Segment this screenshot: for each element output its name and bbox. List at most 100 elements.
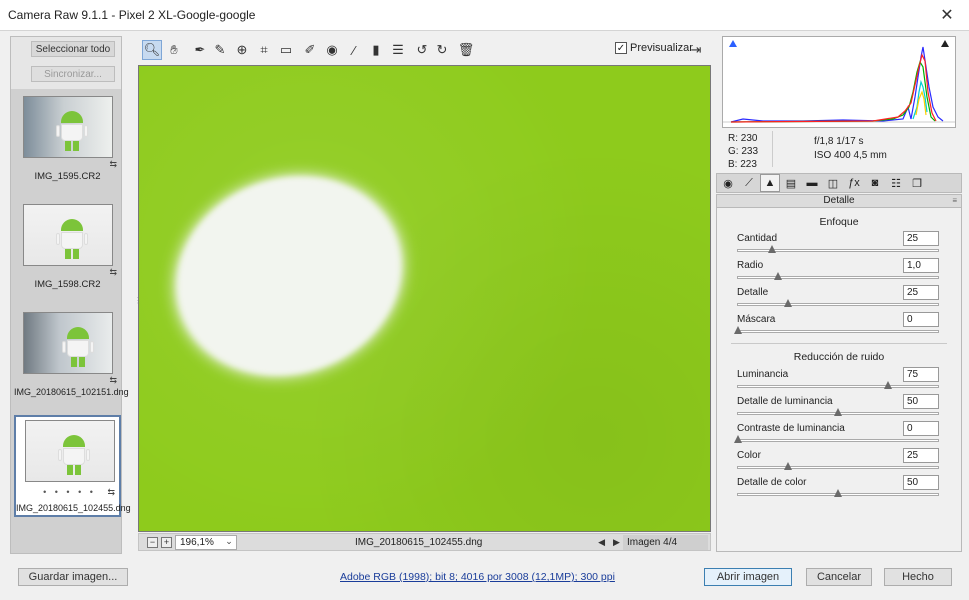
thumbnail-image: [23, 204, 113, 266]
tab-detail-icon[interactable]: ▲: [760, 174, 780, 192]
crop-icon[interactable]: ⌗: [254, 40, 274, 60]
slider-value-field[interactable]: 25: [903, 285, 939, 300]
tab-effects-icon[interactable]: ƒx: [844, 174, 864, 192]
slider-thumb[interactable]: [768, 245, 777, 253]
edited-badge-icon: ⇆: [109, 375, 117, 385]
tab-basic-icon[interactable]: ◉: [718, 174, 738, 192]
slider-track[interactable]: [737, 466, 939, 469]
rotate-right-icon[interactable]: ↻: [432, 40, 452, 60]
graduated-filter-icon[interactable]: ▮: [366, 40, 386, 60]
divider: [772, 131, 773, 167]
panel-title: Detalle: [823, 195, 855, 206]
target-adjust-icon[interactable]: ⊕: [232, 40, 252, 60]
r-value: R: 230: [728, 133, 758, 144]
checkbox-icon[interactable]: ✓: [615, 42, 627, 54]
section-divider: [731, 343, 947, 344]
adjustment-brush-icon[interactable]: ⁄: [344, 40, 364, 60]
slider-thumb[interactable]: [784, 462, 793, 470]
tab-camera-calibration-icon[interactable]: ◙: [865, 174, 885, 192]
zoom-out-button[interactable]: −: [147, 537, 158, 548]
film-item-4[interactable]: • • • • • ⇆ IMG_20180615_102455.dng: [14, 415, 131, 517]
thumbnail-image: [23, 96, 113, 158]
delete-icon[interactable]: 🗑︎: [456, 40, 476, 60]
adjustment-tabs: ◉ ⟋ ▲ ▤ ▬ ◫ ƒx ◙ ☷ ❐: [716, 173, 962, 193]
zoom-in-button[interactable]: +: [161, 537, 172, 548]
slider-value-field[interactable]: 50: [903, 475, 939, 490]
slider-luminance: Luminancia 75: [737, 367, 941, 395]
slider-thumb[interactable]: [734, 435, 743, 443]
chevron-down-icon[interactable]: ⌄: [223, 536, 235, 548]
previous-image-icon[interactable]: ◀: [598, 537, 605, 548]
detail-panel: Enfoque Cantidad 25 Radio 1,0 Detalle 25…: [716, 208, 962, 552]
film-item-1[interactable]: ⇆ IMG_1595.CR2: [14, 91, 121, 193]
tab-presets-icon[interactable]: ☷: [886, 174, 906, 192]
preview-label: Previsualizar: [630, 42, 693, 54]
preferences-icon[interactable]: ☰: [388, 40, 408, 60]
thumbnail-image: [23, 312, 113, 374]
tab-lens-icon[interactable]: ◫: [823, 174, 843, 192]
red-eye-icon[interactable]: ◉: [322, 40, 342, 60]
slider-label: Máscara: [737, 314, 776, 325]
image-canvas[interactable]: [138, 65, 711, 532]
slider-thumb[interactable]: [884, 381, 893, 389]
slider-value-field[interactable]: 0: [903, 312, 939, 327]
canvas-statusbar: − + 196,1% ⌄ IMG_20180615_102455.dng ◀ ▶…: [138, 533, 711, 551]
slider-label: Color: [737, 450, 761, 461]
straighten-icon[interactable]: ▭: [276, 40, 296, 60]
fullscreen-icon[interactable]: ⇥: [687, 41, 705, 59]
edited-badge-icon: ⇆: [109, 267, 117, 277]
rotate-left-icon[interactable]: ↺: [412, 40, 432, 60]
slider-thumb[interactable]: [734, 326, 743, 334]
film-item-label: IMG_1598.CR2: [34, 279, 101, 290]
slider-radius: Radio 1,0: [737, 258, 941, 286]
slider-thumb[interactable]: [834, 408, 843, 416]
tab-split-toning-icon[interactable]: ▬: [802, 174, 822, 192]
open-image-button[interactable]: Abrir imagen: [704, 568, 792, 586]
slider-value-field[interactable]: 0: [903, 421, 939, 436]
done-button[interactable]: Hecho: [884, 568, 952, 586]
slider-value-field[interactable]: 25: [903, 448, 939, 463]
next-image-icon[interactable]: ▶: [613, 537, 620, 548]
edited-badge-icon: ⇆: [107, 487, 115, 497]
filmstrip: Seleccionar todo Sincronizar... ⇆ IMG_15…: [10, 36, 131, 554]
slider-value-field[interactable]: 50: [903, 394, 939, 409]
spot-removal-icon[interactable]: ✐: [300, 40, 320, 60]
android-figure: [62, 327, 94, 367]
slider-thumb[interactable]: [774, 272, 783, 280]
slider-thumb[interactable]: [834, 489, 843, 497]
slider-track[interactable]: [737, 439, 939, 442]
white-balance-icon[interactable]: ✒: [190, 40, 210, 60]
tab-hsl-icon[interactable]: ▤: [781, 174, 801, 192]
film-item-label: IMG_1595.CR2: [34, 171, 101, 182]
preview-checkbox[interactable]: ✓ Previsualizar: [615, 42, 693, 54]
slider-value-field[interactable]: 75: [903, 367, 939, 382]
slider-track[interactable]: [737, 276, 939, 279]
color-sampler-icon[interactable]: ✎: [210, 40, 230, 60]
slider-value-field[interactable]: 1,0: [903, 258, 939, 273]
slider-thumb[interactable]: [784, 299, 793, 307]
b-value: B: 223: [728, 159, 757, 170]
close-icon[interactable]: ✕: [925, 0, 969, 30]
slider-track[interactable]: [737, 385, 939, 388]
zoom-tool-icon[interactable]: 🔍︎: [142, 40, 162, 60]
film-item-3[interactable]: ⇆ IMG_20180615_102151.dng: [14, 307, 129, 409]
sync-button[interactable]: Sincronizar...: [31, 66, 115, 82]
slider-luminance-detail: Detalle de luminancia 50: [737, 394, 941, 422]
workflow-options-link[interactable]: Adobe RGB (1998); bit 8; 4016 por 3008 (…: [340, 571, 615, 583]
hand-tool-icon[interactable]: ✋︎: [164, 40, 184, 60]
edited-badge-icon: ⇆: [109, 159, 117, 169]
slider-value-field[interactable]: 25: [903, 231, 939, 246]
slider-track[interactable]: [737, 303, 939, 306]
select-all-button[interactable]: Seleccionar todo: [31, 41, 115, 57]
film-item-2[interactable]: ⇆ IMG_1598.CR2: [14, 199, 121, 301]
cancel-button[interactable]: Cancelar: [806, 568, 872, 586]
save-image-button[interactable]: Guardar imagen...: [18, 568, 128, 586]
slider-track[interactable]: [737, 330, 939, 333]
image-counter: Imagen 4/4: [623, 535, 708, 550]
tab-snapshots-icon[interactable]: ❐: [907, 174, 927, 192]
tab-tone-curve-icon[interactable]: ⟋: [739, 174, 759, 192]
slider-label: Detalle: [737, 287, 769, 298]
sharpening-title: Enfoque: [819, 216, 859, 228]
slider-color: Color 25: [737, 448, 941, 476]
panel-menu-icon[interactable]: ≡: [952, 195, 957, 207]
